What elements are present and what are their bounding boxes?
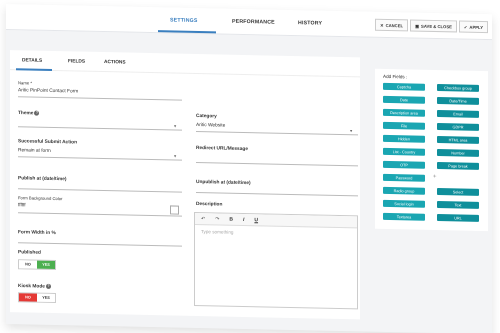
name-underline: [18, 96, 182, 101]
field-chip-checkbox-group[interactable]: Checkbox group: [437, 84, 479, 92]
unpublish-input[interactable]: [196, 191, 358, 197]
close-icon: ✕: [380, 22, 384, 28]
cancel-button[interactable]: ✕ CANCEL: [375, 18, 409, 32]
field-chip-url[interactable]: URL: [437, 214, 479, 222]
description-editor[interactable]: ↶ ↷ B I U Type something: [194, 211, 358, 310]
tab-settings[interactable]: SETTINGS: [170, 17, 198, 24]
submit-action-select[interactable]: Remain at form: [18, 148, 51, 154]
bgcolor-label: Form Background Color: [18, 195, 63, 202]
save-close-label: SAVE & CLOSE: [421, 23, 452, 29]
published-yes[interactable]: YES: [37, 260, 55, 270]
top-actions: ✕ CANCEL ▣ SAVE & CLOSE ✓ APPLY: [375, 18, 488, 34]
field-chip-social-login[interactable]: Social login: [383, 199, 425, 208]
redo-icon[interactable]: ↷: [215, 216, 219, 222]
save-close-button[interactable]: ▣ SAVE & CLOSE: [410, 19, 457, 33]
tab-performance[interactable]: PERFORMANCE: [232, 19, 275, 26]
kiosk-toggle[interactable]: NO YES: [18, 292, 56, 304]
italic-icon[interactable]: I: [243, 216, 244, 222]
publish-input[interactable]: [18, 188, 182, 193]
theme-label: Theme?: [18, 110, 40, 117]
field-chip-hidden[interactable]: Hidden: [383, 134, 425, 143]
field-chip-list-country[interactable]: List - Country: [383, 147, 425, 156]
published-toggle[interactable]: NO YES: [18, 259, 56, 271]
description-placeholder: Type something: [201, 229, 234, 235]
theme-select[interactable]: [18, 126, 182, 131]
field-chip-password[interactable]: Password: [383, 173, 425, 182]
help-icon: ?: [34, 110, 40, 116]
name-label: Name *: [18, 80, 32, 86]
redirect-input[interactable]: [196, 161, 358, 167]
plus-icon: +: [433, 173, 437, 181]
field-chip-radio-group[interactable]: Radio group: [383, 186, 425, 195]
field-chip-otp[interactable]: OTP: [383, 160, 425, 169]
redirect-label: Redirect URL/Message: [196, 145, 248, 153]
name-input[interactable]: Aritic PinPoint Contact Form: [18, 88, 78, 94]
unpublish-label: Unpublish at (date/time): [196, 179, 251, 187]
add-fields-title: Add Fields :: [383, 73, 408, 80]
field-chip-text[interactable]: Text: [437, 201, 479, 209]
details-card: DETAILS FIELDS ACTIONS Name * Aritic Pin…: [10, 50, 360, 320]
field-chip-date-time[interactable]: Date/Time: [437, 97, 479, 105]
add-fields-panel: Add Fields : Captcha Date Description ar…: [375, 68, 488, 232]
color-swatch[interactable]: [170, 205, 179, 215]
underline-icon[interactable]: U: [254, 217, 258, 223]
subtab-details[interactable]: DETAILS: [22, 58, 42, 63]
subtab-actions[interactable]: ACTIONS: [104, 60, 126, 65]
width-label: Form Width in %: [18, 230, 56, 237]
published-no[interactable]: NO: [19, 260, 37, 269]
top-bar: SETTINGS PERFORMANCE HISTORY ✕ CANCEL ▣ …: [6, 4, 492, 41]
field-chip-number[interactable]: Number: [437, 149, 479, 157]
form-builder-window: SETTINGS PERFORMANCE HISTORY ✕ CANCEL ▣ …: [6, 4, 492, 333]
apply-button[interactable]: ✓ APPLY: [458, 20, 488, 34]
help-icon: ?: [45, 283, 51, 289]
bold-icon[interactable]: B: [229, 216, 233, 222]
field-chip-description-area[interactable]: Description area: [383, 108, 425, 117]
field-chip-date[interactable]: Date: [383, 95, 425, 104]
bgcolor-input[interactable]: ffffff: [18, 203, 26, 208]
field-chip-page-break[interactable]: Page break: [437, 162, 479, 170]
apply-label: APPLY: [469, 24, 483, 30]
chevron-down-icon: ▾: [174, 123, 177, 129]
category-label: Category: [196, 113, 217, 120]
theme-label-text: Theme: [18, 111, 34, 117]
publish-label: Publish at (date/time): [18, 176, 67, 183]
cancel-label: CANCEL: [385, 22, 404, 28]
field-chip-select[interactable]: Select: [437, 188, 479, 196]
active-tab-indicator: [158, 30, 216, 34]
description-label: Description: [196, 201, 223, 208]
submit-action-underline: [18, 156, 182, 161]
subtab-indicator: [16, 68, 52, 71]
subtab-fields[interactable]: FIELDS: [68, 59, 85, 64]
tab-history[interactable]: HISTORY: [298, 20, 322, 27]
chevron-down-icon: ▾: [174, 153, 177, 159]
field-chip-captcha[interactable]: Captcha: [383, 82, 425, 91]
field-chip-gdpr[interactable]: GDPR: [437, 123, 479, 131]
bgcolor-underline: [18, 212, 182, 217]
width-input[interactable]: [18, 242, 182, 247]
category-select[interactable]: Aritic Website: [196, 123, 225, 129]
field-chip-html-area[interactable]: HTML area: [437, 136, 479, 144]
sub-tabs: DETAILS FIELDS ACTIONS: [10, 50, 360, 78]
submit-action-label: Successful Submit Action: [18, 139, 77, 146]
undo-icon[interactable]: ↶: [201, 216, 205, 222]
published-label: Published: [18, 250, 41, 256]
kiosk-no[interactable]: NO: [19, 293, 37, 302]
kiosk-yes[interactable]: YES: [37, 293, 55, 303]
category-underline: [196, 130, 358, 136]
check-icon: ✓: [463, 24, 468, 30]
field-chip-email[interactable]: Email: [437, 110, 479, 118]
chevron-down-icon: ▾: [350, 128, 353, 134]
field-chip-textarea[interactable]: Textarea: [383, 212, 425, 221]
kiosk-label: Kiosk Mode?: [18, 283, 51, 290]
kiosk-label-text: Kiosk Mode: [18, 284, 45, 290]
save-icon: ▣: [415, 23, 420, 29]
field-chip-file[interactable]: File: [383, 121, 425, 130]
